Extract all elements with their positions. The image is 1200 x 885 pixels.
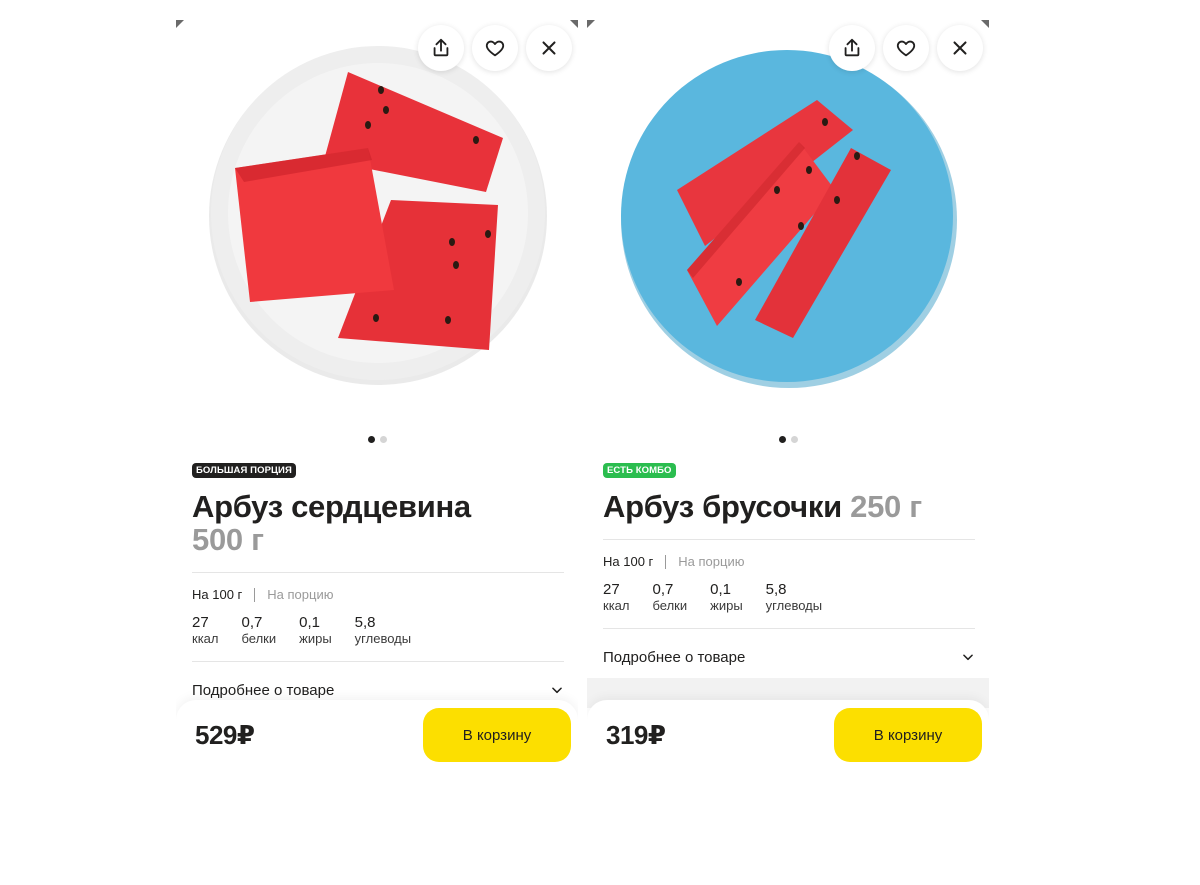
nutrition-item: 5,8 углеводы [766, 581, 822, 614]
purchase-bar: 319₽ В корзину [587, 700, 989, 770]
share-icon [433, 38, 449, 57]
product-info: Есть комбо Арбуз брусочки 250 г На 100 г… [603, 460, 975, 685]
product-card-watermelon-core: Большая порция Арбуз сердцевина 500 г На … [176, 20, 578, 770]
nutrition-label: ккал [603, 598, 630, 613]
add-to-cart-button[interactable]: В корзину [423, 708, 571, 762]
heart-icon [896, 40, 916, 57]
nutrition-value: 0,1 [299, 614, 320, 631]
pager-dot-active [367, 436, 375, 443]
pager-dot [790, 436, 798, 443]
nutrition-label: белки [652, 598, 688, 613]
nutrition-value: 0,1 [710, 581, 731, 598]
nutrition-value: 5,8 [354, 614, 376, 631]
nutrition-values: 27 ккал 0,7 белки 0,1 жиры 5,8 углеводы [192, 614, 564, 647]
product-price: 319₽ [606, 719, 666, 750]
product-title: Арбуз брусочки 250 г [603, 490, 975, 523]
nutrition-item: 0,1 жиры [710, 581, 743, 614]
product-name: Арбуз брусочки [603, 489, 842, 524]
purchase-bar: 529₽ В корзину [176, 700, 578, 770]
favorite-button[interactable] [883, 25, 929, 71]
portion-badge: Большая порция [192, 463, 296, 478]
nutrition-value: 5,8 [765, 581, 787, 598]
nutrition-value: 27 [603, 581, 620, 598]
close-icon [542, 41, 556, 55]
nutrition-label: углеводы [765, 598, 823, 613]
nutrition-value: 0,7 [652, 581, 674, 598]
image-pager[interactable] [176, 436, 578, 443]
tab-per-100g[interactable]: На 100 г [192, 587, 242, 602]
divider [192, 572, 564, 573]
product-weight: 500 г [192, 522, 264, 557]
favorite-button[interactable] [472, 25, 518, 71]
nutrition-value: 0,7 [241, 614, 263, 631]
nutrition-values: 27 ккал 0,7 белки 0,1 жиры 5,8 углеводы [603, 581, 975, 614]
share-icon [844, 38, 860, 57]
share-button[interactable] [829, 25, 875, 71]
product-price: 529₽ [195, 719, 255, 750]
nutrition-item: 27 ккал [192, 614, 218, 647]
image-pager[interactable] [587, 436, 989, 443]
card-actions [829, 25, 983, 71]
product-info: Большая порция Арбуз сердцевина 500 г На … [192, 460, 564, 718]
nutrition-tabs: На 100 г На порцию [603, 554, 975, 569]
tab-per-portion[interactable]: На порцию [267, 587, 333, 602]
tab-per-100g[interactable]: На 100 г [603, 554, 653, 569]
product-photo[interactable] [176, 20, 578, 420]
product-weight: 250 г [850, 489, 922, 524]
screen-corner [587, 20, 595, 28]
nutrition-item: 5,8 углеводы [355, 614, 411, 647]
close-button[interactable] [526, 25, 572, 71]
chevron-down-icon [963, 654, 973, 661]
close-icon [953, 41, 967, 55]
nutrition-label: белки [241, 631, 277, 646]
nutrition-label: углеводы [354, 631, 412, 646]
product-card-watermelon-sticks: Есть комбо Арбуз брусочки 250 г На 100 г… [587, 20, 989, 770]
product-title: Арбуз сердцевина 500 г [192, 490, 564, 556]
nutrition-label: жиры [710, 598, 743, 613]
nutrition-label: жиры [299, 631, 332, 646]
nutrition-item: 0,1 жиры [299, 614, 332, 647]
pager-dot-active [778, 436, 786, 443]
add-to-cart-button[interactable]: В корзину [834, 708, 982, 762]
details-label: Подробнее о товаре [192, 681, 335, 699]
tab-separator [665, 554, 667, 569]
product-name: Арбуз сердцевина [192, 489, 471, 524]
details-label: Подробнее о товаре [603, 648, 746, 666]
nutrition-value: 27 [192, 614, 209, 631]
nutrition-item: 0,7 белки [241, 614, 276, 647]
combo-badge: Есть комбо [603, 463, 676, 478]
screen-corner [176, 20, 184, 28]
close-button[interactable] [937, 25, 983, 71]
nutrition-label: ккал [192, 631, 219, 646]
nutrition-item: 27 ккал [603, 581, 629, 614]
tab-separator [254, 587, 256, 602]
chevron-down-icon [552, 687, 562, 694]
product-photo[interactable] [587, 20, 989, 420]
pager-dot [379, 436, 387, 443]
heart-icon [485, 40, 505, 57]
nutrition-item: 0,7 белки [652, 581, 687, 614]
nutrition-tabs: На 100 г На порцию [192, 587, 564, 602]
tab-per-portion[interactable]: На порцию [678, 554, 744, 569]
card-actions [418, 25, 572, 71]
product-details-toggle[interactable]: Подробнее о товаре [603, 629, 975, 685]
share-button[interactable] [418, 25, 464, 71]
divider [603, 539, 975, 540]
